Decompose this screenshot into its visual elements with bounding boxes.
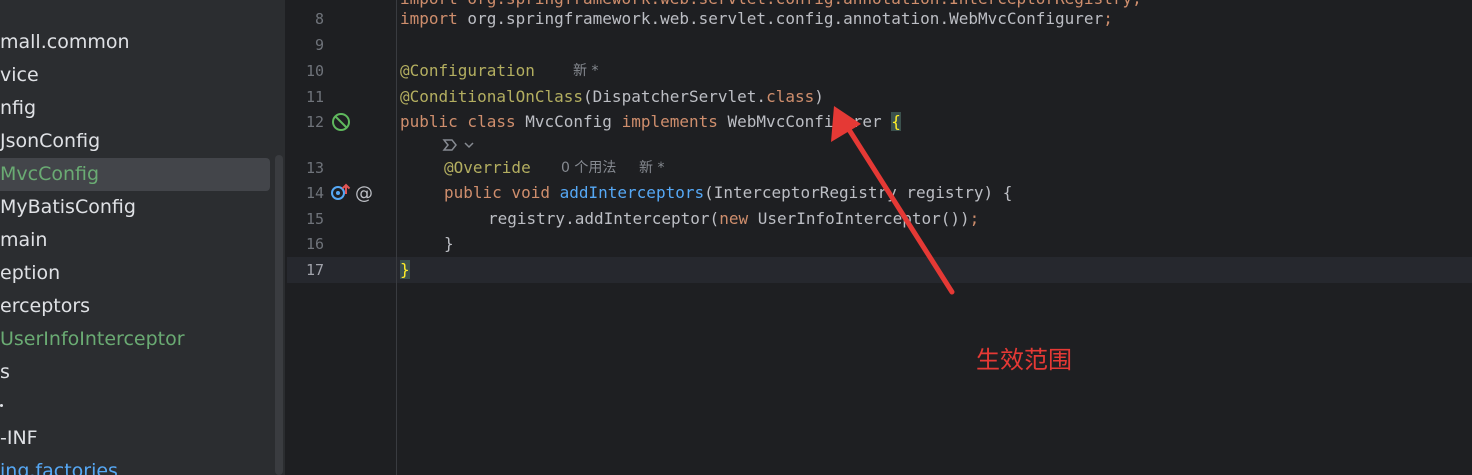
annotation-arrow <box>831 106 955 295</box>
annotation-label: 生效范围 <box>976 346 1072 374</box>
